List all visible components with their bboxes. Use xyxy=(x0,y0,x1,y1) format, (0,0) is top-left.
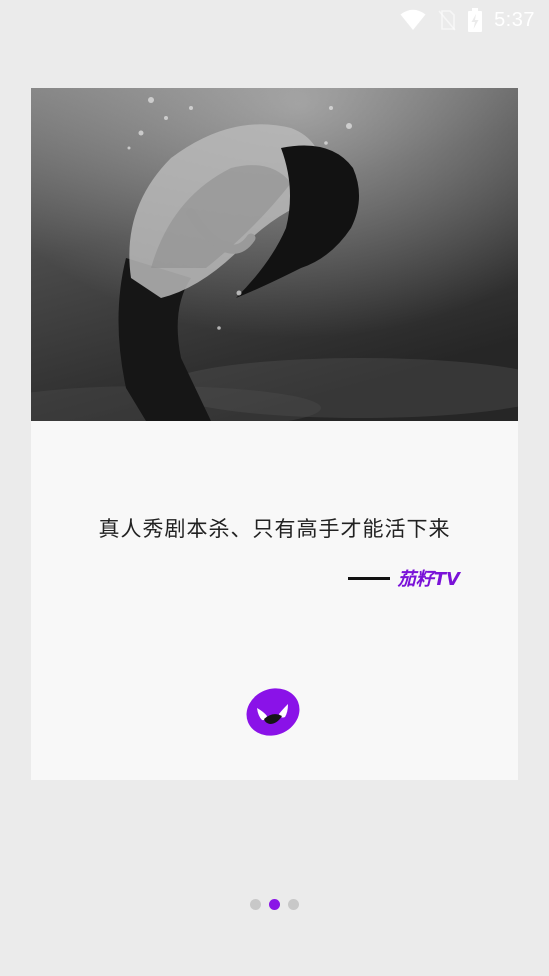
no-sim-icon xyxy=(438,9,456,31)
page-dot-2-active[interactable] xyxy=(269,899,280,910)
app-logo-icon xyxy=(244,686,302,738)
intro-card: 真人秀剧本杀、只有高手才能活下来 茄籽TV xyxy=(31,88,518,780)
splash-screen: 5:37 真人秀剧本杀、只有高手才能活下来 茄籽TV xyxy=(0,0,549,976)
battery-charging-icon xyxy=(468,8,483,32)
brand-name: 茄籽TV xyxy=(397,569,460,590)
slogan-text: 真人秀剧本杀、只有高手才能活下来 xyxy=(98,517,451,541)
page-indicator xyxy=(0,899,549,910)
page-dot-3[interactable] xyxy=(288,899,299,910)
underwater-woman-photo xyxy=(31,88,518,421)
signature-dash xyxy=(347,576,390,580)
brand-signature: 茄籽TV xyxy=(347,565,460,591)
wifi-icon xyxy=(400,9,426,31)
status-bar: 5:37 xyxy=(0,0,549,40)
status-time: 5:37 xyxy=(494,8,535,31)
page-dot-1[interactable] xyxy=(250,899,261,910)
